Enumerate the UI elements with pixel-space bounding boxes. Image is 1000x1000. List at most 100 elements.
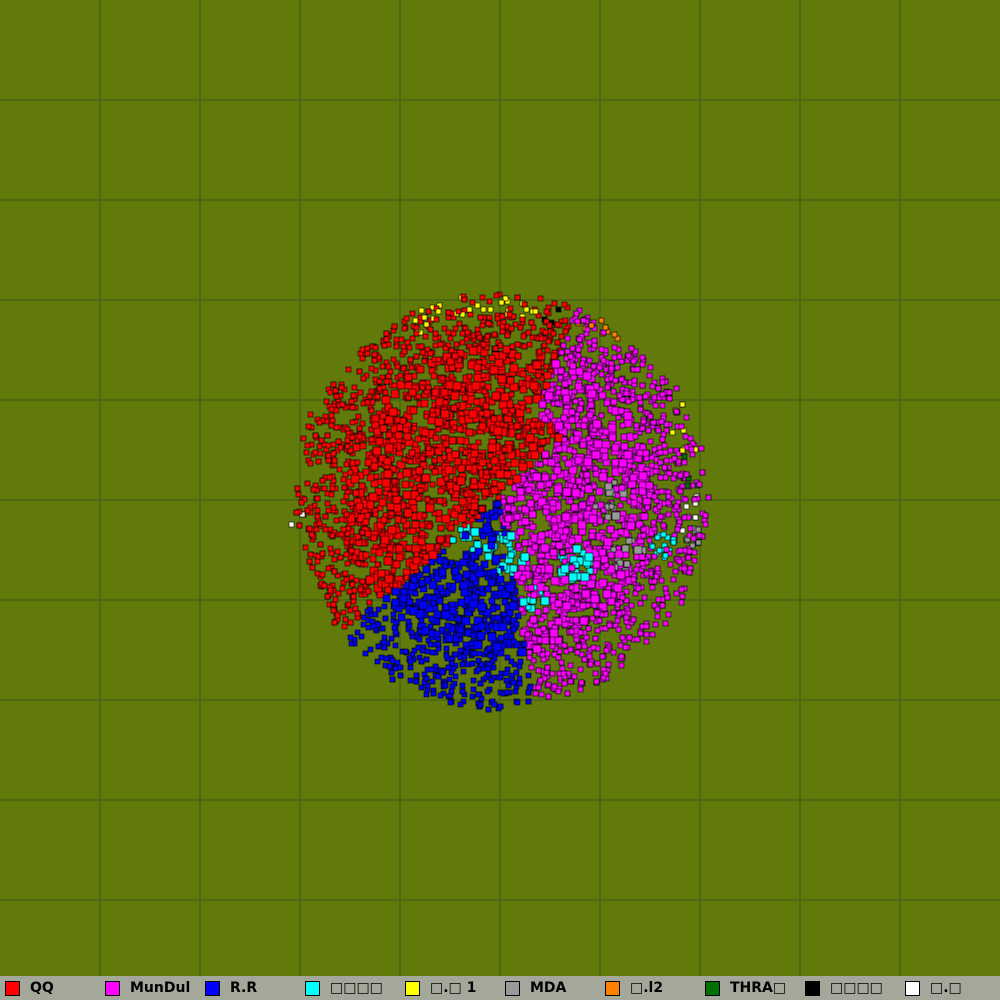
territory-cell bbox=[656, 444, 663, 451]
territory-cell bbox=[663, 546, 670, 553]
territory-cell bbox=[673, 385, 680, 392]
territory-cell bbox=[579, 441, 587, 449]
territory-cell bbox=[544, 650, 551, 657]
territory-cell bbox=[567, 662, 574, 669]
territory-cell bbox=[445, 329, 452, 336]
territory-cell bbox=[592, 670, 599, 677]
territory-cell bbox=[426, 594, 433, 601]
territory-cell bbox=[590, 644, 597, 651]
territory-cell bbox=[339, 585, 346, 592]
territory-cell bbox=[691, 557, 698, 564]
territory-cell bbox=[702, 512, 709, 519]
territory-cell bbox=[307, 460, 314, 467]
territory-cell bbox=[517, 416, 524, 423]
territory-cell bbox=[591, 450, 601, 460]
territory-cell bbox=[529, 523, 537, 531]
territory-cell bbox=[477, 565, 484, 572]
territory-cell bbox=[639, 443, 647, 451]
territory-cell bbox=[561, 680, 568, 687]
territory-cell bbox=[384, 574, 394, 584]
territory-cell bbox=[380, 516, 388, 524]
territory-cell bbox=[433, 316, 440, 323]
territory-cell bbox=[408, 449, 416, 457]
territory-cell bbox=[687, 435, 694, 442]
territory-cell bbox=[591, 483, 598, 490]
territory-cell bbox=[682, 433, 689, 440]
territory-cell bbox=[383, 330, 390, 337]
territory-cell bbox=[654, 565, 661, 572]
territory-cell bbox=[388, 635, 395, 642]
team-name: THRA□ bbox=[730, 980, 787, 996]
territory-cell bbox=[340, 498, 347, 505]
territory-cell bbox=[335, 590, 342, 597]
legend-item-team-6: MDA bbox=[500, 976, 600, 1000]
team-color-swatch bbox=[205, 981, 220, 996]
territory-cell bbox=[623, 588, 630, 595]
territory-cell bbox=[490, 415, 498, 423]
territory-cell bbox=[376, 385, 383, 392]
territory-cell bbox=[611, 331, 618, 338]
territory-cell bbox=[450, 404, 458, 412]
territory-cell bbox=[322, 513, 329, 520]
territory-cell bbox=[516, 675, 523, 682]
territory-cell bbox=[630, 358, 637, 365]
territory-cell bbox=[602, 428, 610, 436]
territory-cell bbox=[474, 302, 481, 309]
territory-cell bbox=[419, 349, 426, 356]
territory-cell bbox=[639, 425, 646, 432]
territory-cell bbox=[518, 564, 526, 572]
territory-cell bbox=[647, 364, 654, 371]
territory-map[interactable] bbox=[0, 0, 1000, 976]
territory-cell bbox=[314, 570, 321, 577]
territory-cell bbox=[379, 412, 387, 420]
legend-item-team-2: MunDul bbox=[100, 976, 200, 1000]
game-board[interactable] bbox=[0, 0, 1000, 976]
territory-cell bbox=[457, 513, 467, 523]
territory-cell bbox=[603, 537, 613, 547]
territory-cell bbox=[425, 503, 435, 513]
territory-cell bbox=[615, 414, 622, 421]
territory-cell bbox=[375, 548, 384, 557]
team-legend: QQ MunDul R.R □□□□ □.□ 1 MDA □.l2 THRA□ … bbox=[0, 976, 1000, 1000]
territory-cell bbox=[402, 468, 412, 478]
territory-cell bbox=[519, 404, 526, 411]
territory-cell bbox=[450, 510, 459, 519]
territory-cell bbox=[567, 646, 574, 653]
team-color-swatch bbox=[305, 981, 320, 996]
territory-cell bbox=[670, 576, 677, 583]
territory-cell bbox=[381, 603, 388, 610]
territory-cell bbox=[498, 622, 508, 632]
territory-cell bbox=[362, 551, 370, 559]
territory-cell bbox=[325, 442, 332, 449]
territory-cell bbox=[649, 584, 656, 591]
territory-cell bbox=[312, 449, 319, 456]
territory-cell bbox=[488, 354, 496, 362]
territory-cell bbox=[681, 453, 688, 460]
territory-cell bbox=[349, 581, 356, 588]
territory-cell bbox=[561, 436, 568, 443]
territory-cell bbox=[681, 565, 688, 572]
territory-cell bbox=[466, 306, 473, 313]
territory-cell bbox=[448, 559, 455, 566]
territory-cell bbox=[558, 333, 565, 340]
territory-cell bbox=[501, 530, 508, 537]
territory-cell bbox=[345, 366, 352, 373]
territory-cell bbox=[527, 584, 535, 592]
territory-cell bbox=[546, 427, 554, 435]
territory-cell bbox=[534, 608, 542, 616]
territory-cell bbox=[632, 433, 639, 440]
territory-cell bbox=[600, 357, 607, 364]
territory-cell bbox=[441, 454, 448, 461]
territory-cell bbox=[452, 325, 459, 332]
territory-cell bbox=[637, 600, 644, 607]
territory-cell bbox=[457, 626, 465, 634]
territory-cell bbox=[369, 555, 377, 563]
territory-cell bbox=[562, 394, 571, 403]
territory-cell bbox=[370, 462, 379, 471]
territory-cell bbox=[391, 382, 398, 389]
territory-cell bbox=[435, 509, 443, 517]
territory-cell bbox=[327, 587, 334, 594]
territory-cell bbox=[448, 373, 455, 380]
territory-cell bbox=[687, 525, 694, 532]
territory-cell bbox=[434, 447, 443, 456]
